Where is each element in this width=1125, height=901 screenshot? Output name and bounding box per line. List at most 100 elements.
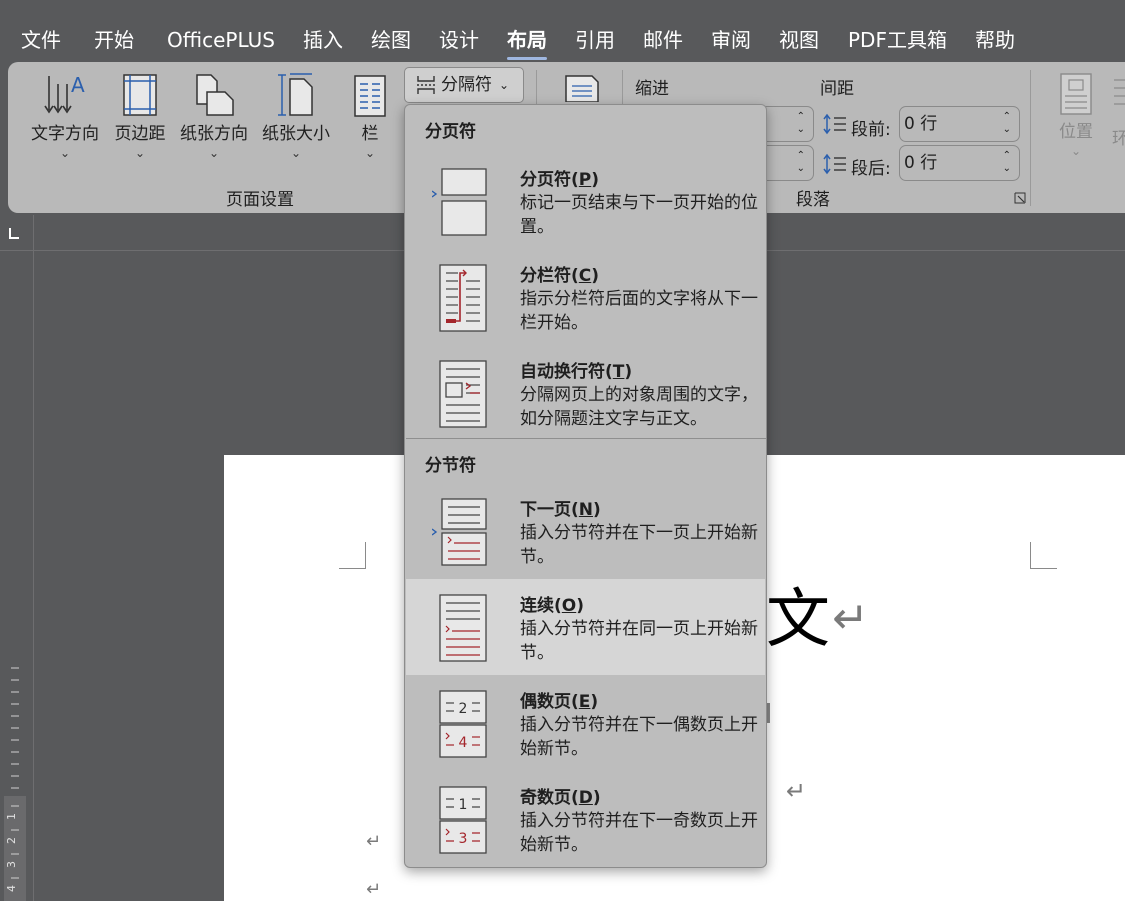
tab-file[interactable]: 文件 — [21, 26, 61, 54]
menu-item-title: 奇数页(D) — [520, 788, 601, 808]
spinner-arrows-icon[interactable]: ⌃ ⌄ — [1003, 149, 1011, 175]
ruler-number: 4 — [5, 885, 18, 892]
tab-mailings[interactable]: 邮件 — [643, 26, 683, 54]
page-break-icon — [417, 76, 435, 94]
page-size-button[interactable]: 纸张大小 ⌄ — [258, 72, 334, 160]
margins-button[interactable]: 页边距 ⌄ — [110, 72, 170, 160]
paragraph-mark-icon: ↵ — [832, 593, 869, 644]
menu-item-title: 下一页(N) — [520, 500, 601, 520]
tab-selector[interactable] — [0, 215, 34, 251]
menu-item-text-wrapping-break[interactable]: 自动换行符(T) 分隔网页上的对象周围的文字，如分隔题注文字与正文。 — [406, 345, 765, 441]
menu-item-continuous[interactable]: 连续(O) 插入分节符并在同一页上开始新节。 — [406, 579, 765, 675]
position-icon — [1060, 73, 1092, 115]
menu-item-page-break[interactable]: 分页符(P) 标记一页结束与下一页开始的位置。 — [406, 153, 765, 249]
document-heading-char[interactable]: 文 — [766, 575, 830, 665]
spacing-after-value: 0 行 — [904, 153, 938, 173]
menu-divider — [406, 438, 766, 439]
spinner-arrows-icon[interactable]: ⌃ ⌄ — [797, 110, 805, 136]
odd-page-section-icon: 1 3 — [439, 786, 487, 854]
menu-item-description: 标记一页结束与下一页开始的位置。 — [520, 193, 758, 237]
menu-item-title: 分栏符(C) — [520, 266, 600, 286]
menu-item-description: 分隔网页上的对象周围的文字，如分隔题注文字与正文。 — [520, 385, 758, 429]
menu-item-even-page[interactable]: 2 4 偶数页(E) 插入分节符并在下一偶数页上开始新节。 — [406, 675, 765, 771]
text-wrapping-break-icon — [439, 360, 487, 428]
text-direction-button[interactable]: A 文字方向 ⌄ — [28, 72, 102, 160]
vertical-ruler[interactable]: 1 2 3 4 — [0, 660, 30, 901]
orientation-icon — [196, 74, 234, 116]
spinner-arrows-icon[interactable]: ⌃ ⌄ — [1003, 110, 1011, 136]
menu-item-title: 连续(O) — [520, 596, 585, 616]
page-break-icon — [432, 168, 487, 236]
menu-item-description: 插入分节符并在同一页上开始新节。 — [520, 619, 758, 663]
crop-mark — [1030, 542, 1057, 569]
chevron-down-icon: ⌄ — [1070, 144, 1082, 158]
indent-label: 缩进 — [635, 79, 669, 99]
breaks-dropdown-menu: 分页符 分页符(P) 标记一页结束与下一页开始的位置。 分栏符(C) 指示分栏符… — [404, 104, 767, 868]
tab-review[interactable]: 审阅 — [711, 26, 751, 54]
chevron-down-icon: ⌄ — [208, 146, 220, 160]
breaks-button[interactable]: 分隔符 ⌄ — [404, 67, 524, 103]
margins-icon — [123, 74, 157, 116]
spacing-before-input[interactable]: 0 行 ⌃ ⌄ — [899, 106, 1020, 142]
line-numbers-icon — [565, 75, 599, 102]
orientation-label: 纸张方向 — [180, 124, 248, 144]
margins-label: 页边距 — [114, 124, 166, 144]
tab-insert[interactable]: 插入 — [303, 26, 343, 54]
tab-layout[interactable]: 布局 — [507, 26, 547, 60]
vertical-ruler-edge — [33, 215, 34, 901]
tab-help[interactable]: 帮助 — [975, 26, 1015, 54]
wrap-text-label[interactable]: 环 — [1112, 124, 1125, 149]
tab-view[interactable]: 视图 — [779, 26, 819, 54]
menu-item-odd-page[interactable]: 1 3 奇数页(D) 插入分节符并在下一奇数页上开始新节。 — [406, 771, 765, 867]
tab-pdf-tools[interactable]: PDF工具箱 — [848, 26, 947, 54]
continuous-section-icon — [439, 594, 487, 662]
columns-label: 栏 — [361, 124, 379, 144]
section-breaks-header: 分节符 — [425, 456, 476, 476]
menu-item-title: 分页符(P) — [520, 170, 600, 190]
wrap-text-icon — [1114, 79, 1125, 105]
menu-item-next-page[interactable]: 下一页(N) 插入分节符并在下一页上开始新节。 — [406, 483, 765, 579]
menu-item-description: 插入分节符并在下一奇数页上开始新节。 — [520, 811, 758, 855]
svg-text:3: 3 — [459, 831, 468, 847]
group-separator — [1030, 70, 1031, 206]
paragraph-mark-icon: ↵ — [366, 879, 382, 900]
text-direction-label: 文字方向 — [31, 124, 99, 144]
page-setup-group-label: 页面设置 — [226, 190, 294, 210]
paragraph-mark-icon: ↵ — [786, 777, 807, 805]
chevron-down-icon: ⌄ — [59, 146, 71, 160]
dialog-launcher-icon[interactable] — [1014, 192, 1026, 204]
orientation-button[interactable]: 纸张方向 ⌄ — [176, 72, 252, 160]
page-size-label: 纸张大小 — [262, 124, 330, 144]
column-break-icon — [439, 264, 487, 332]
next-page-section-icon — [432, 498, 487, 566]
svg-text:2: 2 — [459, 701, 468, 717]
position-label: 位置 — [1059, 122, 1093, 142]
svg-text:A: A — [71, 73, 85, 97]
spacing-label: 间距 — [820, 79, 854, 99]
even-page-section-icon: 2 4 — [439, 690, 487, 758]
tab-officeplus[interactable]: OfficePLUS — [167, 26, 275, 54]
left-tab-icon — [9, 228, 19, 239]
position-button[interactable]: 位置 ⌄ — [1050, 72, 1102, 158]
menu-item-title: 偶数页(E) — [520, 692, 599, 712]
menu-item-description: 插入分节符并在下一页上开始新节。 — [520, 523, 758, 567]
chevron-down-icon: ⌄ — [364, 146, 376, 160]
menu-item-column-break[interactable]: 分栏符(C) 指示分栏符后面的文字将从下一栏开始。 — [406, 249, 765, 345]
spacing-before-label: 段前: — [851, 120, 891, 140]
tab-draw[interactable]: 绘图 — [371, 26, 411, 54]
paragraph-mark-icon: ↵ — [366, 831, 382, 852]
columns-button[interactable]: 栏 ⌄ — [348, 72, 392, 160]
columns-icon — [354, 75, 386, 117]
spinner-arrows-icon[interactable]: ⌃ ⌄ — [797, 149, 805, 175]
svg-text:1: 1 — [459, 797, 468, 813]
text-direction-icon: A — [44, 73, 85, 114]
ruler-number: 2 — [5, 837, 18, 844]
svg-text:4: 4 — [459, 735, 468, 751]
tab-design[interactable]: 设计 — [439, 26, 479, 54]
page-breaks-header: 分页符 — [425, 122, 476, 142]
spacing-before-value: 0 行 — [904, 114, 938, 134]
spacing-after-input[interactable]: 0 行 ⌃ ⌄ — [899, 145, 1020, 181]
breaks-label: 分隔符 — [441, 75, 492, 95]
tab-home[interactable]: 开始 — [94, 26, 134, 54]
tab-references[interactable]: 引用 — [575, 26, 615, 54]
